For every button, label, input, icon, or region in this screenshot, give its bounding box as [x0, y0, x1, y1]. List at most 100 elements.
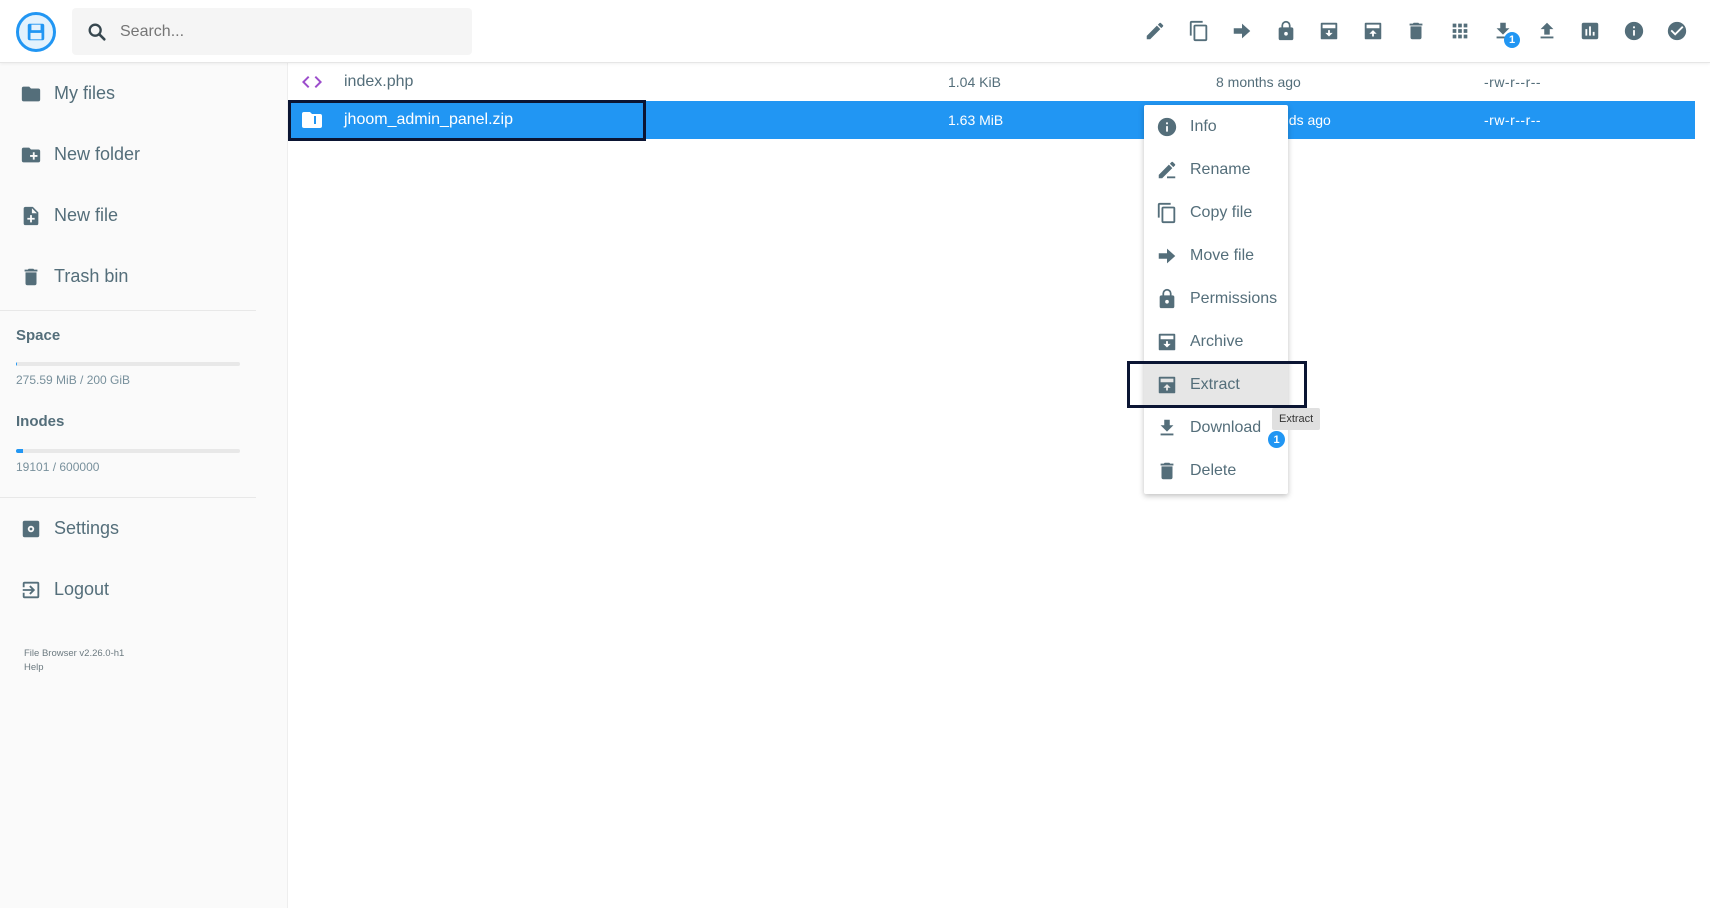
copy-button[interactable] — [1180, 12, 1218, 50]
search-bar[interactable] — [72, 8, 472, 55]
sidebar-divider — [0, 310, 256, 311]
sidebar-item-label: Trash bin — [54, 266, 129, 286]
rename-icon — [1158, 161, 1176, 178]
file-name: index.php — [344, 73, 414, 90]
lock-icon — [1278, 20, 1294, 41]
menu-item-rename[interactable]: Rename — [1144, 148, 1288, 191]
menu-item-download[interactable]: Download — [1144, 406, 1288, 449]
move-arrow-icon — [1158, 248, 1176, 263]
upload-button[interactable] — [1528, 12, 1566, 50]
folder-icon — [21, 86, 41, 101]
context-menu: Info Rename Copy file Move file Permissi… — [1144, 105, 1288, 494]
extract-highlight — [1127, 361, 1307, 408]
unarchive-button[interactable] — [1354, 12, 1392, 50]
search-icon — [88, 23, 106, 41]
menu-item-label: Permissions — [1190, 289, 1278, 307]
menu-item-label: Delete — [1190, 461, 1237, 479]
sidebar-item-label: My files — [54, 83, 116, 103]
logout-icon — [22, 581, 40, 598]
pencil-icon — [1147, 22, 1164, 40]
copy-icon — [1189, 20, 1207, 42]
file-permissions: -rw-r--r-- — [1484, 112, 1542, 128]
menu-item-copy-file[interactable]: Copy file — [1144, 191, 1288, 234]
trash-icon — [24, 268, 38, 285]
menu-item-label: Archive — [1190, 332, 1244, 350]
new-file-icon — [23, 206, 39, 225]
lock-icon — [1159, 288, 1175, 308]
menu-item-label: Download — [1190, 418, 1262, 436]
chart-icon — [1582, 22, 1599, 40]
download-button[interactable]: 1 — [1485, 12, 1523, 50]
sidebar: My files New folder New file Trash bin S… — [0, 63, 288, 908]
inodes-progress-fill — [16, 449, 24, 453]
menu-item-info[interactable]: Info — [1144, 105, 1288, 148]
file-size: 1.63 MiB — [948, 112, 1004, 128]
sidebar-item-label: New folder — [54, 144, 141, 164]
header-bar: 1 — [0, 0, 1710, 63]
settings-icon — [22, 520, 40, 537]
sidebar-item-label: New file — [54, 205, 119, 225]
space-progress-bar — [16, 362, 240, 366]
file-row[interactable]: index.php 1.04 KiB 8 months ago -rw-r--r… — [288, 63, 1695, 101]
extract-tooltip: Extract — [1272, 408, 1321, 430]
download-count-badge: 1 — [1268, 431, 1285, 448]
floppy-disk-icon — [27, 23, 45, 41]
inodes-title: Inodes — [16, 413, 65, 430]
file-modified: 8 months ago — [1216, 74, 1301, 90]
move-button[interactable] — [1224, 12, 1262, 50]
check-circle-icon — [1668, 21, 1687, 41]
menu-item-move-file[interactable]: Move file — [1144, 234, 1288, 277]
space-progress-fill — [16, 362, 18, 366]
menu-item-label: Info — [1190, 117, 1217, 135]
space-usage-text: 275.59 MiB / 200 GiB — [16, 373, 131, 387]
help-link[interactable]: Help — [24, 661, 124, 675]
archive-button[interactable] — [1311, 12, 1349, 50]
download-icon — [1160, 419, 1174, 435]
sidebar-item-new-folder[interactable]: New folder — [0, 124, 256, 185]
selected-file-highlight — [288, 100, 646, 141]
app-credits: File Browser v2.26.0-h1 Help — [24, 647, 124, 675]
sidebar-item-new-file[interactable]: New file — [0, 185, 256, 246]
sidebar-item-trash-bin[interactable]: Trash bin — [0, 246, 256, 307]
grid-view-icon — [1452, 23, 1468, 39]
menu-item-archive[interactable]: Archive — [1144, 320, 1288, 363]
sidebar-item-label: Logout — [54, 579, 110, 599]
disk-usage-button[interactable] — [1572, 12, 1610, 50]
unarchive-icon — [1364, 22, 1381, 40]
menu-item-permissions[interactable]: Permissions — [1144, 277, 1288, 320]
upload-icon — [1540, 22, 1554, 39]
version-text: File Browser v2.26.0-h1 — [24, 648, 125, 659]
select-all-button[interactable] — [1659, 12, 1697, 50]
menu-item-label: Move file — [1190, 246, 1255, 264]
view-toggle-button[interactable] — [1441, 12, 1479, 50]
trash-icon — [1160, 462, 1174, 479]
trash-icon — [1409, 22, 1423, 40]
archive-icon — [1158, 333, 1176, 350]
app-logo[interactable] — [16, 12, 56, 52]
rename-button[interactable] — [1137, 12, 1175, 50]
file-list: index.php 1.04 KiB 8 months ago -rw-r--r… — [288, 63, 1695, 908]
inodes-progress-bar — [16, 449, 240, 453]
toolbar: 1 — [1137, 12, 1697, 50]
permissions-button[interactable] — [1267, 12, 1305, 50]
file-modified: nds ago — [1281, 112, 1331, 128]
download-count-badge: 1 — [1504, 32, 1520, 48]
inodes-usage-text: 19101 / 600000 — [16, 460, 100, 474]
menu-item-label: Copy file — [1190, 203, 1253, 221]
file-permissions: -rw-r--r-- — [1484, 74, 1542, 90]
delete-button[interactable] — [1398, 12, 1436, 50]
sidebar-item-settings[interactable]: Settings — [0, 498, 256, 559]
menu-item-delete[interactable]: Delete — [1144, 449, 1288, 492]
sidebar-item-my-files[interactable]: My files — [0, 63, 256, 124]
code-icon — [302, 76, 322, 88]
move-arrow-icon — [1234, 23, 1251, 39]
file-size: 1.04 KiB — [948, 74, 1001, 90]
search-input[interactable] — [120, 22, 420, 41]
sidebar-item-label: Settings — [54, 518, 120, 538]
info-icon — [1157, 117, 1177, 136]
space-title: Space — [16, 327, 61, 344]
sidebar-item-logout[interactable]: Logout — [0, 559, 256, 620]
info-button[interactable] — [1615, 12, 1653, 50]
archive-icon — [1321, 22, 1338, 40]
new-folder-icon — [21, 147, 41, 162]
